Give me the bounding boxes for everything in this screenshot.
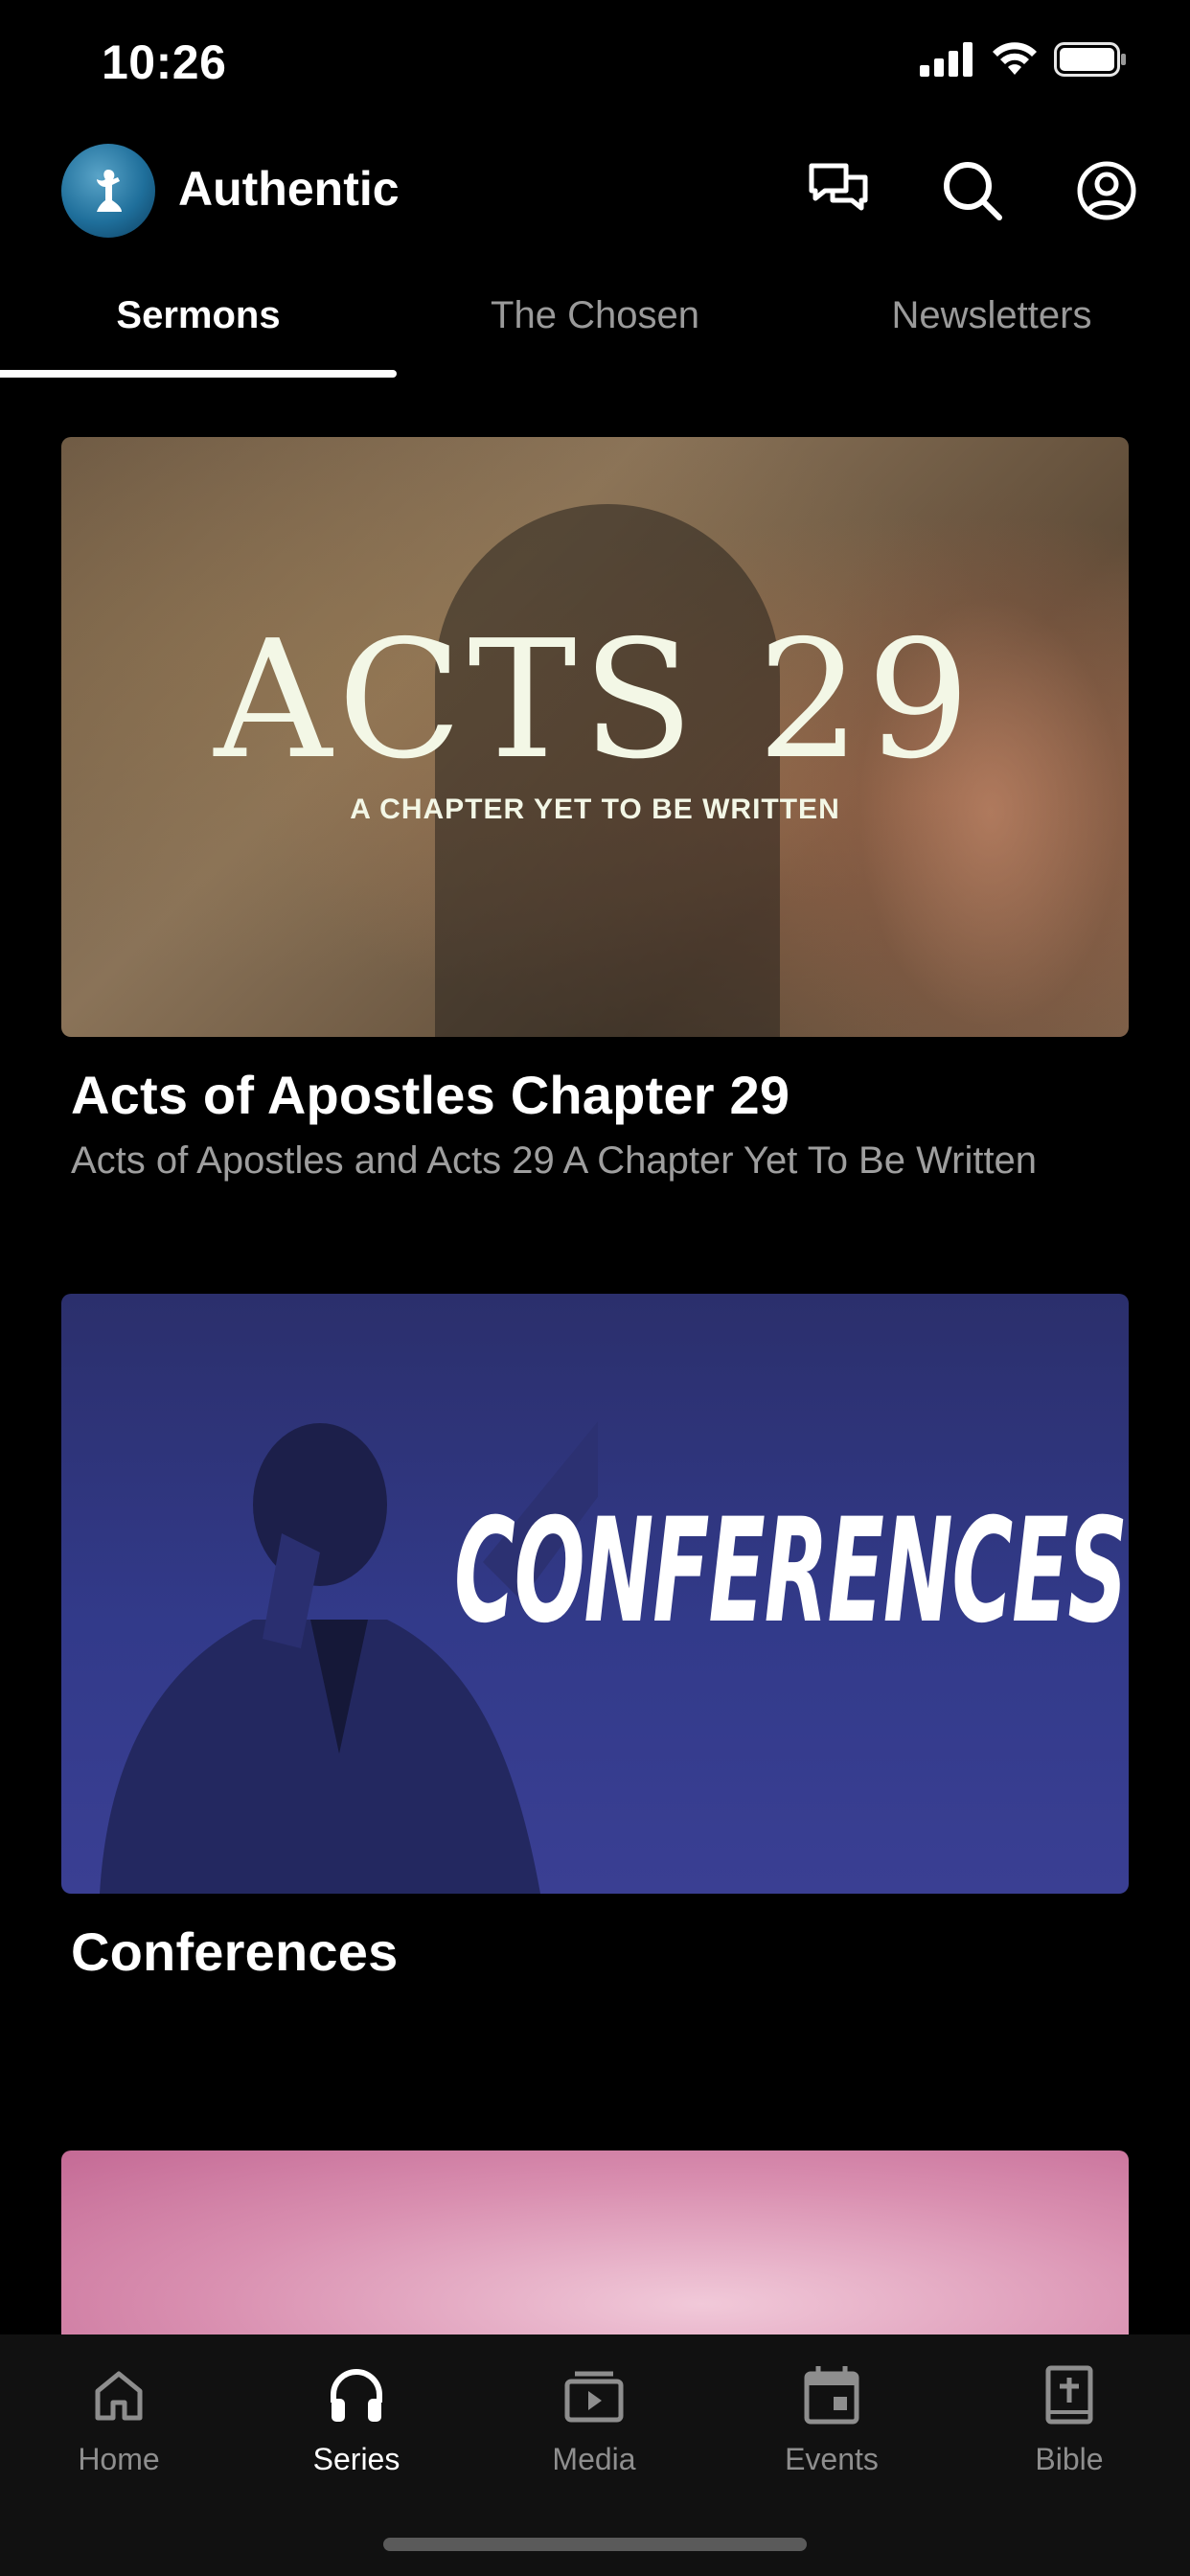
nav-label: Home (78, 2442, 160, 2476)
nav-media[interactable]: Media (475, 2359, 713, 2477)
status-icons (920, 42, 1127, 81)
app-logo[interactable] (61, 144, 155, 238)
tab-the-chosen[interactable]: The Chosen (397, 278, 793, 383)
wifi-icon (991, 42, 1039, 81)
header-actions (803, 155, 1142, 226)
series-artwork[interactable]: ACTS 29 A CHAPTER YET TO BE WRITTEN (61, 437, 1129, 1037)
signal-icon (920, 42, 975, 81)
status-bar: 10:26 (0, 0, 1190, 125)
tab-newsletters[interactable]: Newsletters (793, 278, 1190, 383)
series-card-conferences[interactable]: CONFERENCES Conferences (61, 1294, 1129, 1983)
home-icon (0, 2359, 238, 2430)
active-tab-indicator (0, 370, 397, 378)
profile-button[interactable] (1071, 155, 1142, 226)
category-tabs: Sermons The Chosen Newsletters (0, 278, 1190, 383)
nav-label: Series (312, 2442, 400, 2476)
calendar-icon (713, 2359, 950, 2430)
series-artwork[interactable] (61, 2150, 1129, 2342)
app-title: Authentic (178, 162, 400, 216)
battery-icon (1054, 42, 1127, 81)
nav-events[interactable]: Events (713, 2359, 950, 2477)
app-header: Authentic (0, 144, 1190, 240)
series-title: Acts of Apostles Chapter 29 (71, 1065, 790, 1125)
nav-home[interactable]: Home (0, 2359, 238, 2477)
nav-label: Events (785, 2442, 879, 2476)
home-indicator[interactable] (383, 2538, 807, 2551)
series-title: Conferences (71, 1921, 399, 1982)
nav-series[interactable]: Series (238, 2359, 475, 2477)
series-card-acts-29[interactable]: ACTS 29 A CHAPTER YET TO BE WRITTEN Acts… (61, 437, 1129, 1183)
search-icon (944, 162, 1002, 220)
headphones-icon (238, 2359, 475, 2430)
messages-button[interactable] (803, 155, 874, 226)
account-icon (1077, 161, 1136, 220)
series-artwork[interactable]: CONFERENCES (61, 1294, 1129, 1894)
media-icon (475, 2359, 713, 2430)
nav-label: Media (552, 2442, 636, 2476)
tab-sermons[interactable]: Sermons (0, 278, 397, 383)
artwork-heading: ACTS 29 (214, 606, 976, 795)
nav-label: Bible (1035, 2442, 1104, 2476)
logo-figure-icon (97, 170, 122, 212)
artwork-tagline: A CHAPTER YET TO BE WRITTEN (350, 794, 840, 825)
status-time: 10:26 (102, 35, 227, 89)
series-subtitle: Acts of Apostles and Acts 29 A Chapter Y… (71, 1139, 1038, 1182)
bottom-nav: Home Series Media Events Bible (0, 2334, 1190, 2576)
chat-icon (809, 163, 868, 211)
artwork-heading: CONFERENCES (454, 1488, 1128, 1655)
bible-icon (950, 2359, 1188, 2430)
search-button[interactable] (937, 155, 1008, 226)
series-card-partial[interactable] (61, 2150, 1129, 2342)
nav-bible[interactable]: Bible (950, 2359, 1188, 2477)
